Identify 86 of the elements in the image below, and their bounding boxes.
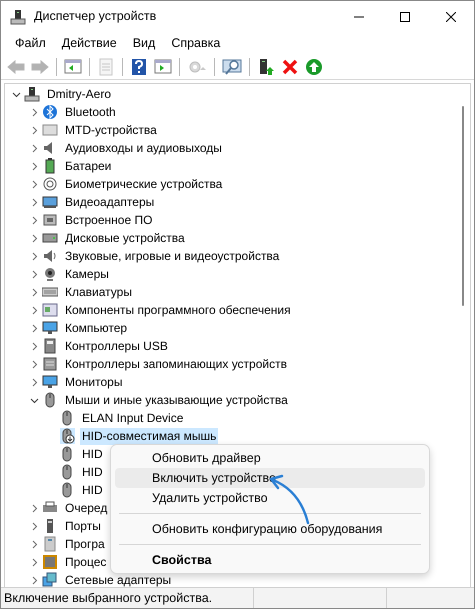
computer-icon [10,8,26,24]
tree-item[interactable]: Батареи [63,158,114,174]
chip-icon [42,212,58,228]
display-adapter-icon [42,194,58,210]
device-icon [42,122,58,138]
menu-item[interactable]: Файл [7,32,54,54]
tree-item[interactable]: Процес [63,554,108,570]
tree-item[interactable]: Аудиовходы и аудиовыходы [63,140,224,156]
expand-chevron-icon[interactable] [30,270,38,278]
expand-chevron-icon[interactable] [30,216,38,224]
tree-item[interactable]: HID [80,446,105,462]
expand-chevron-icon[interactable] [30,126,38,134]
menu-item[interactable]: Вид [124,32,164,54]
tree-item[interactable]: Контроллеры USB [63,338,170,354]
expand-chevron-icon[interactable] [30,288,38,296]
tree-item[interactable]: Биометрические устройства [63,176,224,192]
tree-item[interactable]: ELAN Input Device [80,410,186,426]
expand-chevron-icon[interactable] [30,162,38,170]
tree-item[interactable]: HID [80,482,105,498]
tree-item[interactable]: Bluetooth [63,104,118,120]
pane-icon[interactable] [64,58,82,76]
usb-icon [42,338,58,354]
enable-icon[interactable] [305,58,323,76]
component-icon [42,302,58,318]
device-upload-icon[interactable] [257,58,275,76]
camera-icon [42,266,58,282]
help-icon[interactable] [130,58,148,76]
delete-icon[interactable] [281,58,299,76]
menu-item[interactable]: Действие [54,32,125,54]
tree-item[interactable]: Видеоадаптеры [63,194,156,210]
tree-item[interactable]: Компоненты программного обеспечения [63,302,293,318]
processor-icon [42,554,58,570]
menu-item[interactable]: Справка [163,32,228,54]
expand-chevron-icon[interactable] [30,306,38,314]
monitor-search-icon[interactable] [222,58,242,76]
menu-item[interactable]: Обновить драйвер [115,448,425,468]
maximize-icon [400,12,410,22]
storage-icon [42,356,58,372]
tree-item[interactable]: Контроллеры запоминающих устройств [63,356,289,372]
tree-item[interactable]: Клавиатуры [63,284,134,300]
expand-chevron-icon[interactable] [30,522,38,530]
menu-item[interactable]: Удалить устройство [115,488,425,508]
expand-chevron-icon[interactable] [30,558,38,566]
network-icon [42,572,58,587]
monitor-icon [42,374,58,390]
expand-chevron-icon[interactable] [30,360,38,368]
collapse-chevron-icon[interactable] [30,396,38,404]
pane-icon[interactable] [154,58,172,76]
menu-item[interactable]: Свойства [115,550,425,570]
tree-item[interactable]: Встроенное ПО [63,212,154,228]
expand-chevron-icon[interactable] [30,540,38,548]
menu-item[interactable]: Обновить конфигурацию оборудования [115,519,425,539]
tree-item[interactable]: Dmitry-Aero [45,86,114,102]
expand-chevron-icon[interactable] [30,342,38,350]
tree-item[interactable]: Програ [63,536,107,552]
tree-item[interactable]: Камеры [63,266,111,282]
expand-chevron-icon[interactable] [30,144,38,152]
tree-item[interactable]: Звуковые, игровые и видеоустройства [63,248,282,264]
expand-chevron-icon[interactable] [30,252,38,260]
tree-item[interactable]: Мыши и иные указывающие устройства [63,392,290,408]
tree-item[interactable]: Дисковые устройства [63,230,187,246]
tree-item[interactable]: Очеред [63,500,110,516]
expand-chevron-icon[interactable] [30,504,38,512]
tree-item[interactable]: HID [80,464,105,480]
expand-chevron-icon[interactable] [30,234,38,242]
status-text: Включение выбранного устройства. [1,588,254,608]
computer-icon [24,86,40,102]
tree-item[interactable]: Порты [63,518,103,534]
bluetooth-icon [42,104,58,120]
expand-chevron-icon[interactable] [30,378,38,386]
expand-chevron-icon[interactable] [30,576,38,584]
device-icon [42,536,58,552]
tree-item[interactable]: MTD-устройства [63,122,159,138]
expand-chevron-icon[interactable] [30,180,38,188]
tree-item[interactable]: Сетевые адаптеры [63,572,174,587]
window-title: Диспетчер устройств [34,8,158,26]
expand-chevron-icon[interactable] [30,324,38,332]
expand-chevron-icon[interactable] [30,198,38,206]
tree-item[interactable]: Компьютер [63,320,130,336]
tree-item[interactable]: Мониторы [63,374,124,390]
menu-item[interactable]: Включить устройство [115,468,425,488]
monitor-icon [42,320,58,336]
close-icon [446,12,456,22]
expand-chevron-icon[interactable] [30,108,38,116]
speaker-icon [42,248,58,264]
collapse-chevron-icon[interactable] [12,90,20,98]
